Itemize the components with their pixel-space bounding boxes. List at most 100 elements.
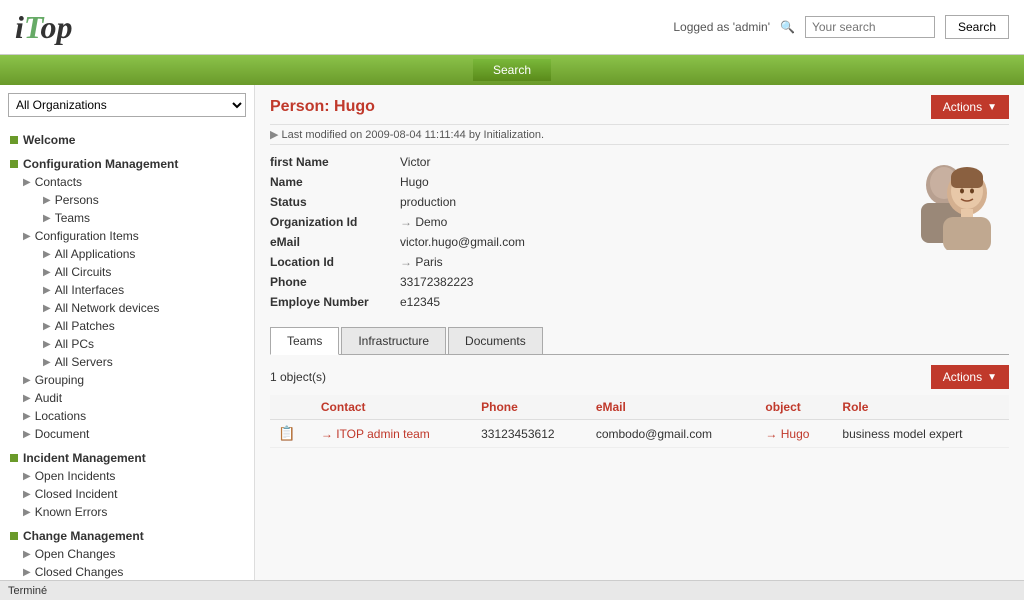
row-object-cell[interactable]: → Hugo: [757, 420, 834, 448]
arrow-icon: ▶: [23, 177, 31, 188]
nav-dot-incident: [10, 454, 18, 462]
tab-documents[interactable]: Documents: [448, 327, 543, 354]
field-phone: Phone 33172382223: [270, 275, 874, 289]
main-layout: All Organizations Welcome Configuration …: [0, 85, 1024, 580]
field-email-label: eMail: [270, 235, 400, 249]
statusbar-text: Terminé: [8, 585, 47, 597]
nav-ci-sub: ▶All Applications ▶All Circuits ▶All Int…: [15, 245, 254, 371]
organization-select[interactable]: All Organizations: [8, 93, 246, 117]
col-icon: [270, 395, 313, 420]
person-actions-button[interactable]: Actions ▼: [931, 95, 1009, 119]
green-search-bar: Search: [0, 55, 1024, 85]
col-object: object: [757, 395, 834, 420]
nav-document[interactable]: ▶Document: [15, 425, 254, 443]
field-status-label: Status: [270, 195, 400, 209]
nav-contacts[interactable]: ▶ Contacts: [15, 173, 254, 191]
field-status-value: production: [400, 195, 456, 209]
table-actions-label: Actions: [943, 370, 982, 384]
content-area: Person: Hugo Actions ▼ Last modified on …: [255, 85, 1024, 580]
arrow-icon-persons: ▶: [43, 195, 51, 206]
teams-table: Contact Phone eMail object Role 📋 →: [270, 395, 1009, 448]
tab-infrastructure[interactable]: Infrastructure: [341, 327, 446, 354]
person-fields: first Name Victor Name Hugo Status produ…: [270, 155, 874, 315]
content-search-button[interactable]: Search: [473, 59, 551, 81]
arrow-icon-teams: ▶: [43, 213, 51, 224]
nav-config-items[interactable]: ▶ Configuration Items: [15, 227, 254, 245]
modified-info: Last modified on 2009-08-04 11:11:44 by …: [270, 124, 1009, 145]
table-row[interactable]: 📋 → ITOP admin team 33123453612 combodo@…: [270, 420, 1009, 448]
nav-config-title[interactable]: Configuration Management: [0, 155, 254, 173]
nav-config-items-group: ▶ Configuration Items ▶All Applications …: [0, 227, 254, 371]
nav-persons[interactable]: ▶ Persons: [35, 191, 254, 209]
nav-dot: [10, 136, 18, 144]
table-caret-icon: ▼: [987, 372, 997, 383]
sidebar-nav: Welcome Configuration Management ▶ Conta…: [0, 125, 254, 580]
field-phone-label: Phone: [270, 275, 400, 289]
nav-section-config: Configuration Management ▶ Contacts ▶ Pe…: [0, 155, 254, 443]
nav-all-circuits[interactable]: ▶All Circuits: [35, 263, 254, 281]
field-firstname-label: first Name: [270, 155, 400, 169]
content-inner: Person: Hugo Actions ▼ Last modified on …: [255, 85, 1024, 458]
nav-ci-label: Configuration Items: [35, 229, 139, 243]
nav-closed-changes[interactable]: ▶Closed Changes: [15, 563, 254, 580]
field-org-label: Organization Id: [270, 215, 400, 229]
row-phone-cell: 33123453612: [473, 420, 588, 448]
nav-closed-incident[interactable]: ▶Closed Incident: [15, 485, 254, 503]
nav-dot-change: [10, 532, 18, 540]
nav-persons-label: Persons: [55, 193, 99, 207]
nav-change-title[interactable]: Change Management: [0, 527, 254, 545]
field-firstname-value: Victor: [400, 155, 430, 169]
field-location: Location Id → Paris: [270, 255, 874, 269]
header-right: Logged as 'admin' 🔍 Search: [673, 15, 1009, 39]
nav-welcome-title[interactable]: Welcome: [0, 131, 254, 149]
search-magnifier-icon: 🔍: [780, 20, 795, 34]
person-body: first Name Victor Name Hugo Status produ…: [270, 155, 1009, 315]
nav-grouping[interactable]: ▶Grouping: [15, 371, 254, 389]
nav-contacts-sub: ▶ Persons ▶ Teams: [15, 191, 254, 227]
field-employee-num: Employe Number e12345: [270, 295, 874, 309]
avatar-svg: [899, 155, 1009, 250]
nav-misc-group: ▶Grouping ▶Audit ▶Locations ▶Document: [0, 371, 254, 443]
nav-section-incident: Incident Management ▶Open Incidents ▶Clo…: [0, 449, 254, 521]
row-contact-cell[interactable]: → ITOP admin team: [313, 420, 473, 448]
nav-open-changes[interactable]: ▶Open Changes: [15, 545, 254, 563]
nav-all-network-devices[interactable]: ▶All Network devices: [35, 299, 254, 317]
link-arrow-location: →: [400, 255, 415, 269]
nav-all-interfaces[interactable]: ▶All Interfaces: [35, 281, 254, 299]
global-search-input[interactable]: [805, 16, 935, 38]
field-org-value[interactable]: → Demo: [400, 215, 447, 229]
field-name: Name Hugo: [270, 175, 874, 189]
field-status: Status production: [270, 195, 874, 209]
global-search-button[interactable]: Search: [945, 15, 1009, 39]
arrow-icon-ci: ▶: [23, 231, 31, 242]
caret-icon: ▼: [987, 102, 997, 113]
nav-teams[interactable]: ▶ Teams: [35, 209, 254, 227]
logged-as-label: Logged as 'admin': [673, 20, 770, 34]
table-header-row: Contact Phone eMail object Role: [270, 395, 1009, 420]
field-location-value[interactable]: → Paris: [400, 255, 443, 269]
nav-all-apps[interactable]: ▶All Applications: [35, 245, 254, 263]
logo: iTop: [15, 9, 73, 46]
nav-open-incidents[interactable]: ▶Open Incidents: [15, 467, 254, 485]
col-role: Role: [834, 395, 1009, 420]
person-header: Person: Hugo Actions ▼: [270, 95, 1009, 119]
nav-audit[interactable]: ▶Audit: [15, 389, 254, 407]
nav-incident-title[interactable]: Incident Management: [0, 449, 254, 467]
tab-teams[interactable]: Teams: [270, 327, 339, 355]
nav-incident-label: Incident Management: [23, 451, 146, 465]
nav-all-patches[interactable]: ▶All Patches: [35, 317, 254, 335]
field-phone-value: 33172382223: [400, 275, 473, 289]
nav-known-errors[interactable]: ▶Known Errors: [15, 503, 254, 521]
col-email: eMail: [588, 395, 758, 420]
field-location-label: Location Id: [270, 255, 400, 269]
header: iTop Logged as 'admin' 🔍 Search: [0, 0, 1024, 55]
nav-all-servers[interactable]: ▶All Servers: [35, 353, 254, 371]
link-arrow-org: →: [400, 215, 415, 229]
nav-locations[interactable]: ▶Locations: [15, 407, 254, 425]
row-role-cell: business model expert: [834, 420, 1009, 448]
nav-all-pcs[interactable]: ▶All PCs: [35, 335, 254, 353]
field-firstname: first Name Victor: [270, 155, 874, 169]
table-actions-button[interactable]: Actions ▼: [931, 365, 1009, 389]
nav-change-group: ▶Open Changes ▶Closed Changes ▶Scheduled…: [0, 545, 254, 580]
nav-config-label: Configuration Management: [23, 157, 178, 171]
